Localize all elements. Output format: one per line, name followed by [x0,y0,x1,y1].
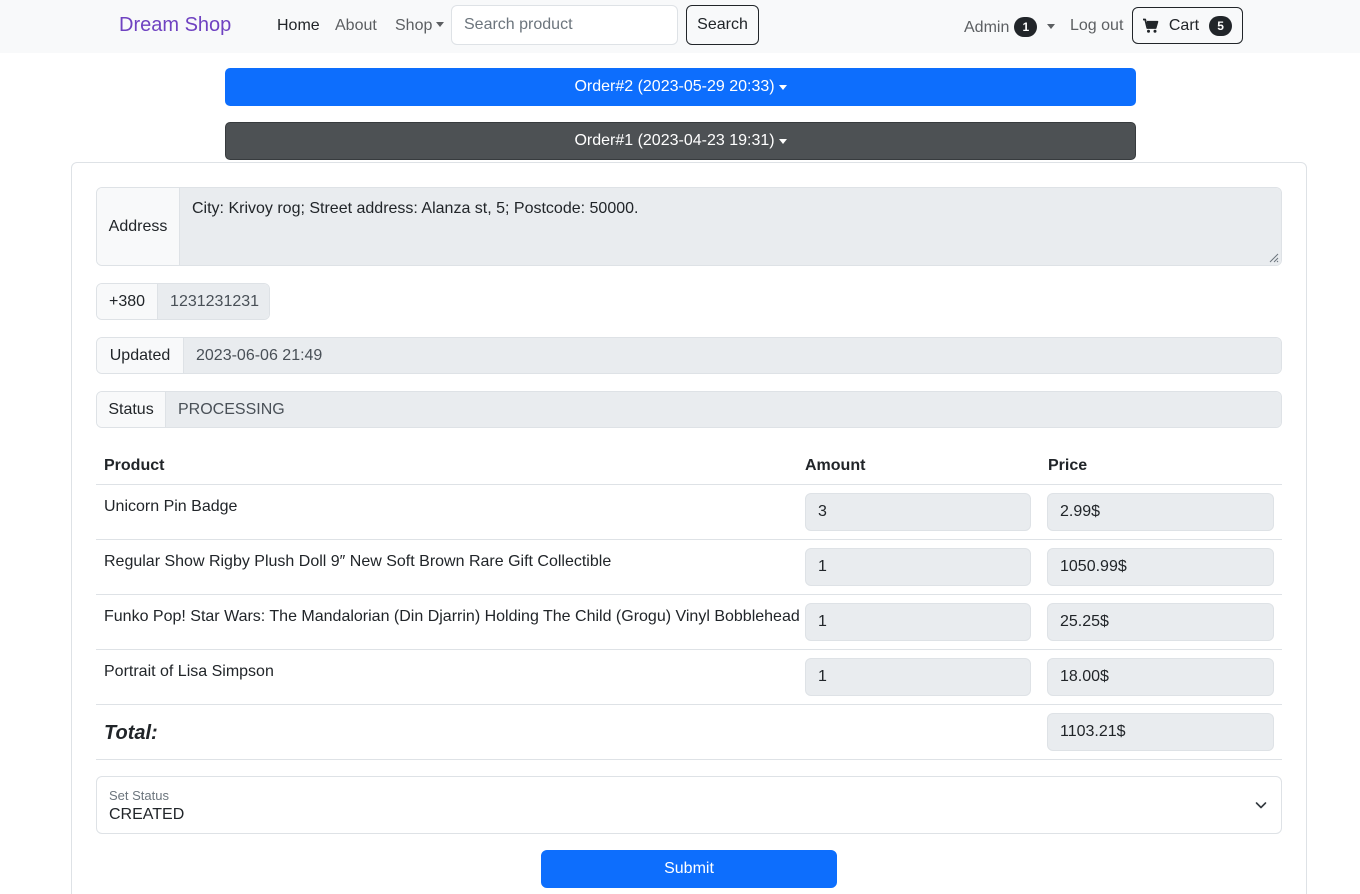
chevron-down-icon [1047,24,1056,29]
order-2-toggle[interactable]: Order#2 (2023-05-29 20:33) [225,68,1136,106]
resize-handle-icon[interactable] [1267,251,1279,263]
search-input[interactable] [451,5,678,45]
address-textarea[interactable]: City: Krivoy rog; Street address: Alanza… [180,188,1281,265]
product-name: Regular Show Rigby Plush Doll 9″ New Sof… [104,553,612,570]
nav-shop-label: Shop [395,17,433,34]
cart-icon [1142,18,1159,33]
total-label: Total: [104,722,158,744]
updated-group: Updated 2023-06-06 21:49 [96,337,1282,374]
cart-badge: 5 [1209,15,1233,36]
chevron-down-icon [778,84,787,90]
nav-home[interactable]: Home [277,17,320,35]
product-name: Funko Pop! Star Wars: The Mandalorian (D… [104,608,800,625]
total-field: 1103.21$ [1047,713,1274,751]
divider [96,484,1282,485]
status-label: Status [97,392,166,427]
phone-number: 1231231231 [158,284,269,319]
price-field: 1050.99$ [1047,548,1274,586]
updated-label: Updated [97,338,184,373]
set-status-value: CREATED [109,806,185,823]
nav-shop-dropdown[interactable]: Shop [395,17,445,35]
order-2-label: Order#2 (2023-05-29 20:33) [574,78,775,95]
divider [96,759,1282,760]
search-button[interactable]: Search [686,5,759,45]
amount-field: 1 [805,603,1031,641]
brand-link[interactable]: Dream Shop [119,14,231,37]
nav-admin-dropdown[interactable]: Admin 1 [964,17,1056,37]
chevron-down-icon [1255,802,1267,809]
cart-label: Cart [1168,16,1200,34]
admin-label: Admin [964,19,1010,36]
price-field: 25.25$ [1047,603,1274,641]
divider [96,539,1282,540]
price-field: 18.00$ [1047,658,1274,696]
updated-value: 2023-06-06 21:49 [184,338,1281,373]
status-value: PROCESSING [166,392,1281,427]
submit-button[interactable]: Submit [541,850,837,888]
header-price: Price [1048,457,1088,474]
header-product: Product [104,457,165,474]
navbar: Dream Shop Home About Shop Search Admin1… [0,0,1360,53]
header-amount: Amount [805,457,866,474]
divider [96,649,1282,650]
price-field: 2.99$ [1047,493,1274,531]
phone-code: +380 [97,284,159,319]
amount-field: 3 [805,493,1031,531]
chevron-down-icon [778,138,787,144]
phone-group: +380 1231231231 [96,283,270,320]
status-group: Status PROCESSING [96,391,1282,428]
admin-badge: 1 [1014,17,1038,37]
logout-link[interactable]: Log out [1070,17,1123,35]
amount-field: 1 [805,658,1031,696]
product-name: Portrait of Lisa Simpson [104,663,274,680]
order-1-label: Order#1 (2023-04-23 19:31) [574,132,775,149]
order-1-toggle[interactable]: Order#1 (2023-04-23 19:31) [225,122,1136,160]
cart-button[interactable]: Cart 5 [1132,7,1243,44]
set-status-label: Set Status [109,788,169,803]
nav-about[interactable]: About [335,17,377,35]
chevron-down-icon [436,22,445,27]
address-value: City: Krivoy rog; Street address: Alanza… [192,200,639,217]
address-group: Address City: Krivoy rog; Street address… [96,187,1282,266]
amount-field: 1 [805,548,1031,586]
set-status-select[interactable]: Set Status CREATED [96,776,1282,834]
divider [96,704,1282,705]
divider [96,594,1282,595]
product-name: Unicorn Pin Badge [104,498,238,515]
address-label: Address [97,188,180,265]
